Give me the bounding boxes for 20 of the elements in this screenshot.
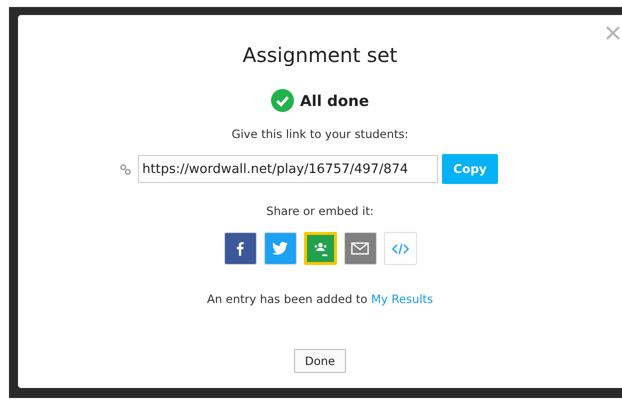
facebook-icon bbox=[236, 241, 244, 256]
embed-share-button[interactable] bbox=[384, 232, 416, 265]
results-note: An entry has been added to My Results bbox=[206, 292, 434, 306]
checkmark-icon bbox=[270, 89, 294, 112]
envelope-icon bbox=[351, 242, 369, 255]
instruction-text: Give this link to your students: bbox=[232, 127, 408, 141]
link-field[interactable]: https://wordwall.net/play/16757/497/874 bbox=[138, 155, 438, 183]
facebook-share-button[interactable] bbox=[224, 232, 256, 265]
close-icon[interactable] bbox=[606, 26, 620, 40]
status-text: All done bbox=[300, 92, 369, 110]
email-share-button[interactable] bbox=[344, 232, 376, 265]
bird-icon bbox=[272, 242, 288, 255]
done-button[interactable]: Done bbox=[294, 349, 346, 373]
twitter-share-button[interactable] bbox=[264, 232, 296, 265]
dialog-title: Assignment set bbox=[242, 43, 398, 67]
classroom-share-button[interactable] bbox=[304, 232, 336, 265]
share-label: Share or embed it: bbox=[266, 204, 374, 218]
classroom-icon bbox=[312, 240, 328, 257]
link-icon bbox=[120, 164, 132, 174]
code-icon bbox=[392, 242, 408, 254]
